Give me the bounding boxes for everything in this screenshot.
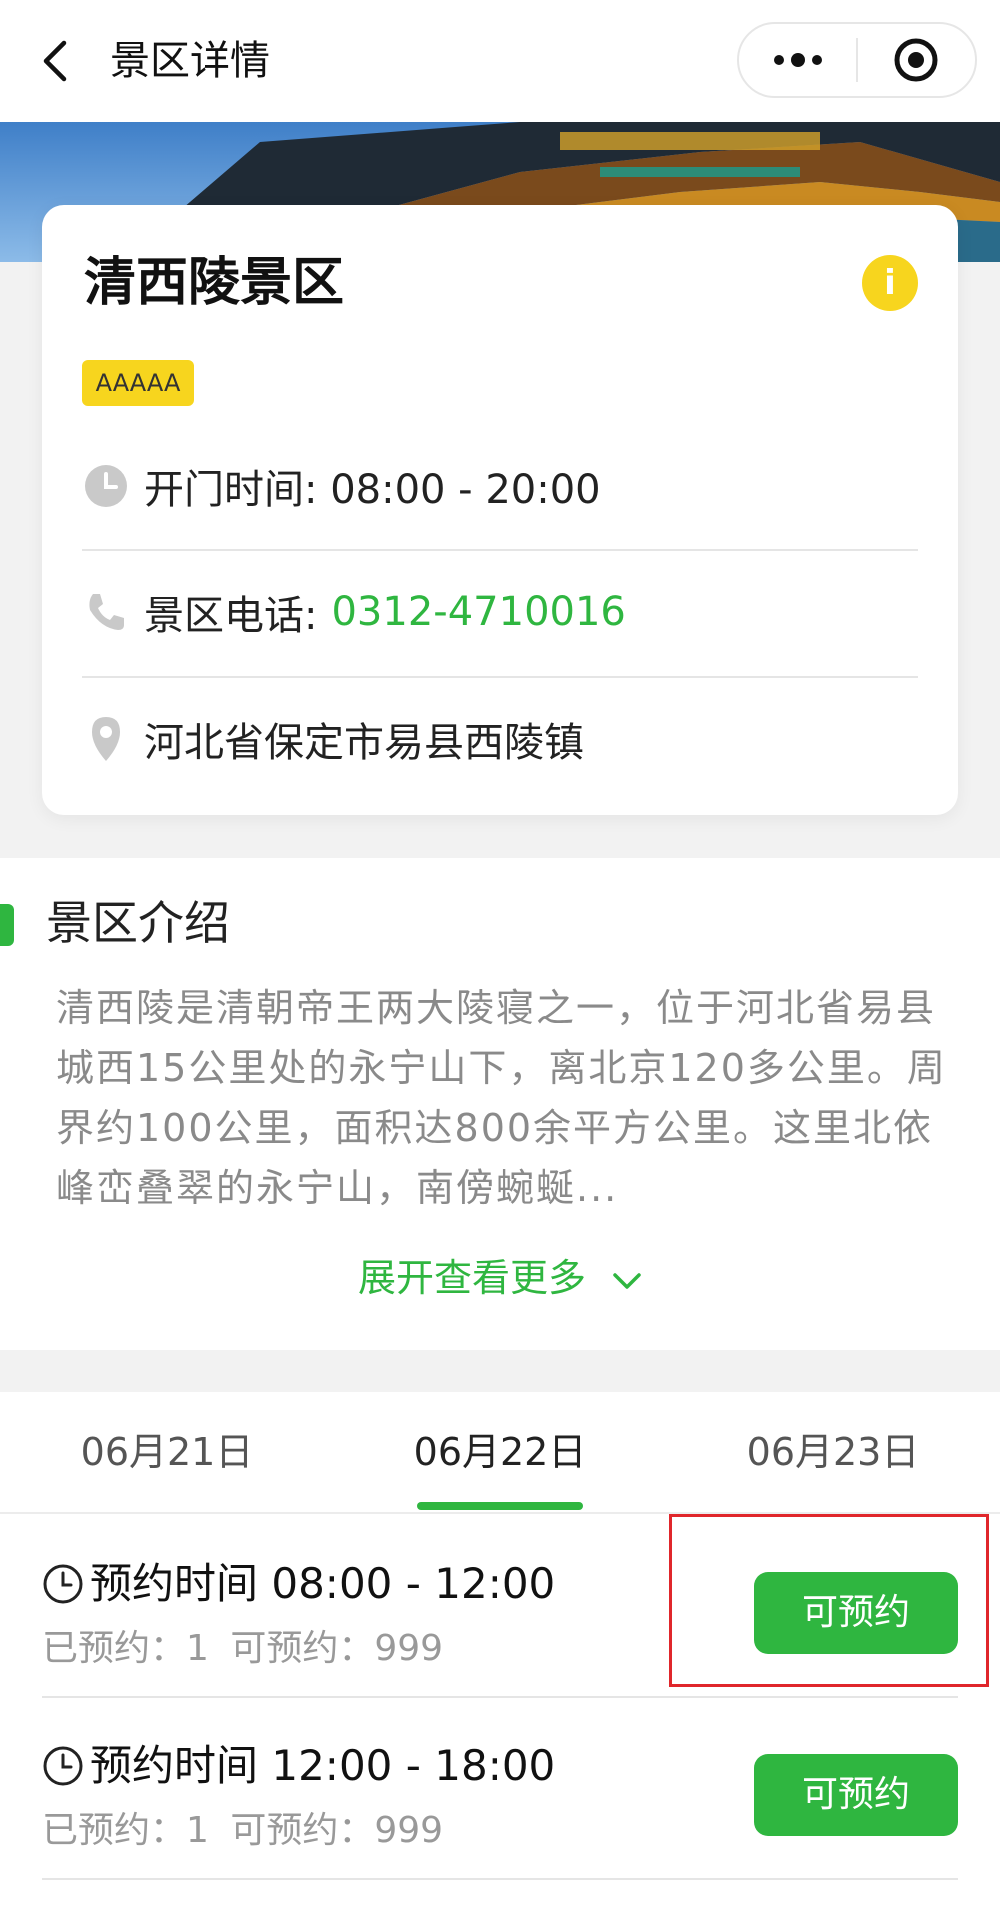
info-icon[interactable]: i (862, 255, 918, 311)
scenic-name: 清西陵景区 (84, 253, 345, 313)
chevron-down-icon (613, 1272, 641, 1289)
nav-bar: 景区详情 (0, 0, 1000, 122)
more-button[interactable] (739, 24, 856, 96)
slot-time: 预约时间 12:00 - 18:00 (90, 1741, 556, 1790)
chevron-left-icon (43, 40, 67, 82)
opening-hours: 开门时间: 08:00 - 20:00 (144, 467, 601, 513)
date-tab-0622[interactable]: 06月22日 (333, 1392, 667, 1512)
address-row[interactable]: 河北省保定市易县西陵镇 (82, 689, 918, 789)
clock-outline-icon (43, 1746, 83, 1786)
back-button[interactable] (30, 28, 80, 94)
available-count: 可预约：999 (230, 1810, 444, 1851)
target-circle-icon (894, 38, 938, 82)
slot-stats: 已预约：1 可预约：999 (42, 1806, 453, 1856)
intro-section: 景区介绍 清西陵是清朝帝王两大陵寝之一，位于河北省易县城西15公里处的永宁山下，… (0, 858, 1000, 1350)
time-slot: 预约时间 08:00 - 12:00 已预约：1 可预约：999 可预约 (42, 1514, 958, 1698)
scenic-info-card: 清西陵景区 i AAAAA 开门时间: 08:00 - 20:00 景区电话: … (42, 205, 958, 815)
time-slot: 预约时间 12:00 - 18:00 已预约：1 可预约：999 可预约 (42, 1696, 958, 1880)
active-tab-indicator (417, 1502, 583, 1510)
address: 河北省保定市易县西陵镇 (144, 720, 584, 766)
phone-icon (82, 588, 130, 636)
slot-time: 预约时间 08:00 - 12:00 (90, 1559, 556, 1608)
date-tab-0623[interactable]: 06月23日 (666, 1392, 1000, 1512)
section-accent-bar (0, 904, 14, 946)
slot-time-row: 预约时间 08:00 - 12:00 (42, 1554, 555, 1614)
booked-count: 已预约：1 (42, 1628, 209, 1669)
slot-time-row: 预约时间 12:00 - 18:00 (42, 1736, 555, 1796)
expand-more-button[interactable]: 展开查看更多 (0, 1248, 1000, 1308)
intro-text: 清西陵是清朝帝王两大陵寝之一，位于河北省易县城西15公里处的永宁山下，离北京12… (56, 986, 947, 1210)
expand-more-label: 展开查看更多 (357, 1256, 586, 1300)
date-tab-0621[interactable]: 06月21日 (0, 1392, 334, 1512)
book-button[interactable]: 可预约 (754, 1754, 958, 1836)
book-button[interactable]: 可预约 (754, 1572, 958, 1654)
clock-outline-icon (43, 1564, 83, 1604)
slot-stats: 已预约：1 可预约：999 (42, 1624, 453, 1674)
close-mini-program-button[interactable] (858, 24, 975, 96)
date-tabs: 06月21日 06月22日 06月23日 (0, 1392, 1000, 1514)
available-count: 可预约：999 (230, 1628, 444, 1669)
booking-section: 06月21日 06月22日 06月23日 预约时间 08:00 - 12:00 … (0, 1392, 1000, 1917)
clock-icon (82, 462, 130, 510)
divider (82, 676, 918, 678)
page-title: 景区详情 (110, 38, 270, 84)
location-pin-icon (82, 715, 130, 763)
phone-number[interactable]: 0312-4710016 (331, 589, 625, 635)
booked-count: 已预约：1 (42, 1810, 209, 1851)
hours-row: 开门时间: 08:00 - 20:00 (82, 436, 918, 536)
divider (82, 549, 918, 551)
mini-program-capsule (737, 22, 977, 98)
phone-row: 景区电话: 0312-4710016 (82, 562, 918, 662)
intro-title: 景区介绍 (46, 896, 230, 950)
more-dots-icon (773, 53, 822, 67)
rating-badge: AAAAA (82, 360, 194, 406)
phone-label: 景区电话: (144, 593, 318, 639)
